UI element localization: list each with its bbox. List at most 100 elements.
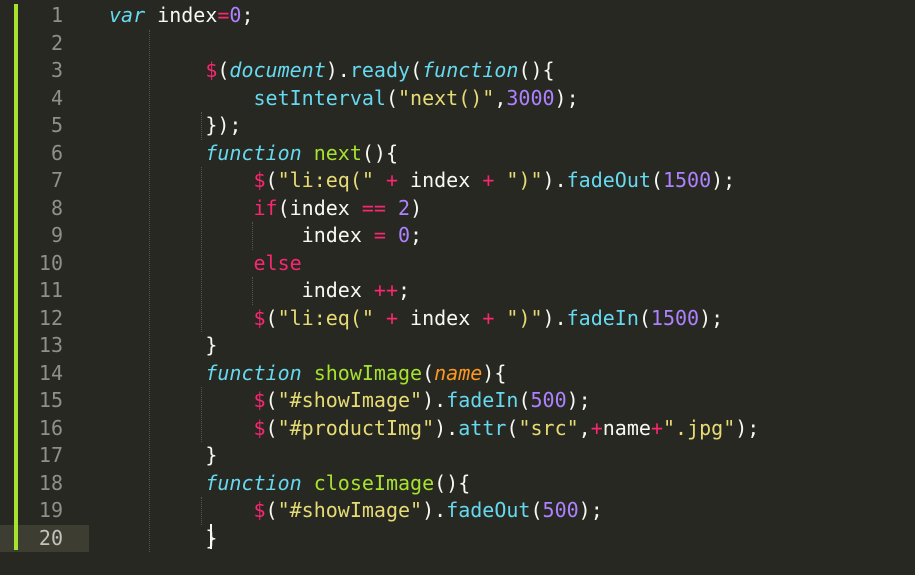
- code-token: ;: [398, 278, 411, 302]
- code-token: $: [205, 58, 218, 82]
- code-token: ==: [361, 195, 386, 220]
- code-token: +: [590, 415, 603, 440]
- line-number: 12: [38, 305, 63, 330]
- code-token: }: [109, 333, 218, 357]
- code-token: );: [566, 388, 591, 412]
- code-token: ){: [482, 360, 507, 385]
- code-token: 2: [398, 195, 411, 220]
- code-token: "src": [518, 415, 579, 440]
- code-token: ")": [506, 168, 543, 192]
- code-token: 1500: [650, 305, 700, 330]
- code-line[interactable]: else: [109, 250, 302, 277]
- code-token: function: [205, 360, 302, 385]
- code-token: document: [229, 58, 326, 82]
- code-token: ).: [434, 415, 459, 440]
- code-line[interactable]: $("li:eq(" + index + ")").fadeOut(1500);: [109, 167, 736, 194]
- code-line[interactable]: $("#showImage").fadeIn(500);: [109, 387, 591, 414]
- code-line[interactable]: var index=0;: [109, 2, 254, 29]
- code-line[interactable]: function next(){: [109, 140, 398, 167]
- code-token: +: [482, 305, 495, 330]
- text-cursor: [210, 524, 212, 549]
- code-token: function: [205, 470, 302, 495]
- line-number: 13: [38, 333, 63, 357]
- line-number: 15: [38, 388, 63, 412]
- code-token: name: [434, 360, 483, 385]
- code-token: next: [313, 140, 362, 165]
- code-token: (: [265, 498, 278, 522]
- code-line[interactable]: }: [109, 525, 217, 552]
- code-token: (: [385, 85, 398, 110]
- code-token: index: [398, 168, 483, 192]
- code-token: closeImage: [313, 470, 435, 495]
- code-token: );: [699, 305, 724, 330]
- code-token: fadeOut: [566, 168, 651, 192]
- code-token: "#showImage": [277, 498, 423, 522]
- line-number: 20: [38, 525, 63, 550]
- code-line[interactable]: if(index == 2): [109, 195, 423, 222]
- code-token: ready: [349, 58, 411, 82]
- code-token: (: [410, 58, 423, 82]
- code-token: $: [253, 498, 266, 522]
- code-token: $: [253, 305, 266, 330]
- code-token: if: [253, 195, 278, 220]
- modified-lines-marker: [14, 4, 18, 550]
- code-token: index: [109, 223, 374, 247]
- code-token: "next()": [398, 85, 495, 110]
- code-token: (index: [277, 195, 362, 220]
- code-token: ,: [578, 415, 591, 440]
- code-line[interactable]: function showImage(name){: [109, 360, 506, 387]
- code-line[interactable]: setInterval("next()",3000);: [109, 85, 579, 112]
- code-token: +: [482, 168, 495, 192]
- code-token: (: [638, 305, 651, 330]
- code-token: +: [385, 168, 399, 192]
- line-number: 5: [50, 113, 63, 137]
- code-line[interactable]: index ++;: [109, 277, 410, 304]
- line-number: 18: [38, 470, 63, 495]
- line-number: 10: [38, 250, 63, 275]
- code-token: );: [735, 415, 760, 440]
- code-token: function: [422, 58, 519, 82]
- code-token: ).: [325, 58, 350, 82]
- code-token: attr: [458, 415, 507, 440]
- code-line[interactable]: $("li:eq(" + index + ")").fadeIn(1500);: [109, 305, 724, 332]
- code-line[interactable]: index = 0;: [109, 222, 422, 249]
- code-token: 3000: [506, 85, 555, 110]
- line-number: 6: [50, 140, 63, 165]
- code-line[interactable]: }: [109, 332, 217, 359]
- code-token: (: [265, 305, 278, 330]
- code-token: (: [265, 415, 278, 440]
- code-line[interactable]: $("#productImg").attr("src",+name+".jpg"…: [109, 415, 760, 442]
- line-number: 19: [38, 498, 63, 522]
- line-number: 7: [50, 168, 63, 192]
- code-token: (: [530, 498, 543, 522]
- code-token: ,: [494, 85, 507, 110]
- code-token: 0: [398, 223, 411, 247]
- code-token: index: [109, 278, 374, 302]
- code-token: (: [650, 168, 663, 192]
- code-line[interactable]: });: [109, 112, 241, 139]
- code-editor[interactable]: 1 2 3 4 5 6 7 8 9 10 11 12 13 14 15 16 17 18 19 20 var inde…: [0, 0, 915, 575]
- code-token: var: [109, 3, 146, 27]
- line-number: 2: [50, 30, 63, 55]
- code-token: $: [253, 168, 266, 192]
- code-token: "#showImage": [277, 388, 423, 412]
- code-line[interactable]: function closeImage(){: [109, 470, 470, 497]
- code-token: 0: [229, 3, 242, 27]
- code-token: showImage: [313, 360, 423, 385]
- code-token: );: [711, 168, 736, 192]
- line-number: 1: [50, 3, 63, 27]
- code-line[interactable]: $(document).ready(function(){: [109, 57, 554, 84]
- code-token: name: [602, 415, 651, 440]
- code-token: ).: [422, 388, 447, 412]
- code-line[interactable]: }: [109, 442, 217, 469]
- code-line[interactable]: $("#showImage").fadeOut(500);: [109, 497, 603, 524]
